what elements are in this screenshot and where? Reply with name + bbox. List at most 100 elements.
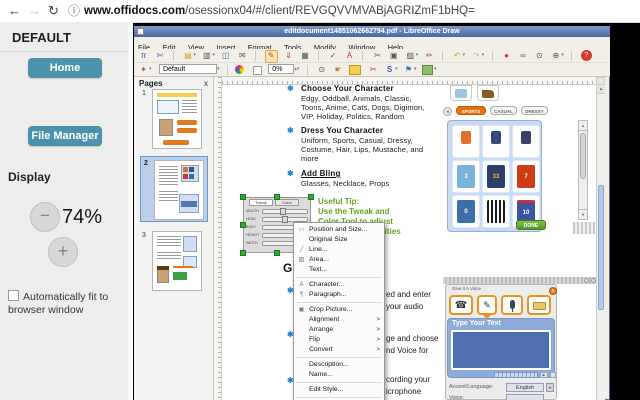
- formula-icon[interactable]: π: [138, 50, 149, 61]
- folder-icon: [527, 295, 551, 315]
- spellcheck-icon[interactable]: ✓: [327, 50, 338, 61]
- copy-icon[interactable]: ▣: [388, 50, 399, 61]
- scrollbar-thumb[interactable]: [598, 185, 604, 310]
- voice-panel-top-texture: [443, 277, 597, 284]
- doc-line: VIP, Holiday, Politics, Random: [301, 112, 405, 121]
- sidebar-title: DEFAULT: [12, 30, 71, 45]
- boot-tab-icon: [477, 85, 499, 101]
- audio-scrubber: [494, 372, 538, 378]
- autospellcheck-icon[interactable]: A: [344, 50, 355, 61]
- menu-item-area[interactable]: ▨ Area...: [294, 255, 384, 265]
- selected-tab-notch: [483, 315, 491, 319]
- line-filling-toolbar: ✦ ▾ Default ▾ 0% ▴▾ ⊙ ☛ ✂ S ▾ ⚑ ▾ ▾: [134, 63, 610, 77]
- scissors-icon[interactable]: ✂: [368, 64, 379, 75]
- cut-icon[interactable]: ✂: [372, 50, 383, 61]
- hand-icon[interactable]: ☛: [333, 64, 344, 75]
- menu-item-name[interactable]: Name...: [294, 370, 384, 380]
- jersey-33: 33: [487, 165, 505, 188]
- styles-wand-icon[interactable]: ✦: [138, 64, 149, 75]
- rectangle-tool-icon[interactable]: [349, 65, 362, 75]
- sidebar-divider: [0, 51, 128, 52]
- selection-handle[interactable]: [274, 250, 280, 256]
- menu-item-text[interactable]: Text...: [294, 265, 384, 275]
- doc-heading: Choose Your Character: [301, 84, 394, 93]
- menu-item-convert[interactable]: Convert >: [294, 345, 384, 355]
- selection-handle[interactable]: [308, 194, 314, 200]
- back-icon[interactable]: ←: [8, 0, 21, 22]
- autofit-checkbox[interactable]: [8, 290, 19, 301]
- 3d-object-icon[interactable]: [421, 65, 433, 75]
- menu-item-description[interactable]: Description...: [294, 360, 384, 370]
- transparency-checkbox[interactable]: [252, 66, 262, 75]
- edit-points-icon[interactable]: ✄: [154, 50, 165, 61]
- selection-handle[interactable]: [240, 222, 246, 228]
- menu-item-paragraph[interactable]: ¶ Paragraph...: [294, 290, 384, 300]
- menu-item-flip[interactable]: Flip >: [294, 335, 384, 345]
- page-2-thumbnail[interactable]: [154, 160, 204, 220]
- bullet-icon: ✱: [287, 169, 294, 178]
- selection-handle[interactable]: [240, 194, 246, 200]
- menu-item-alignment[interactable]: Alignment >: [294, 315, 384, 325]
- page-1-number: 1: [142, 90, 146, 97]
- zoom-out-button[interactable]: −: [30, 202, 60, 232]
- menu-item-crop-picture[interactable]: ▣ Crop Picture...: [294, 305, 384, 315]
- voice-panel-title: Give It A Voice: [452, 286, 482, 291]
- doc-heading: Add Bling: [301, 169, 341, 178]
- redo-icon[interactable]: ↷: [471, 50, 482, 61]
- sidebar-edge: [128, 22, 133, 400]
- transparency-spinner[interactable]: 0%: [268, 64, 295, 74]
- vertical-ruler: [214, 77, 222, 400]
- page-3-thumbnail[interactable]: [152, 231, 202, 291]
- menu-item-arrange[interactable]: Arrange >: [294, 325, 384, 335]
- flag-icon[interactable]: ⚑: [403, 64, 414, 75]
- vertical-scrollbar[interactable]: ▲: [596, 85, 605, 400]
- gallery-icon[interactable]: ●: [501, 50, 512, 61]
- print-direct-icon[interactable]: ▦: [300, 50, 311, 61]
- context-menu: ▭ Position and Size... Original Size ╱ Lin…: [293, 222, 385, 400]
- forward-icon[interactable]: →: [28, 0, 41, 22]
- selection-handle[interactable]: [274, 194, 280, 200]
- menu-item-position-size[interactable]: ▭ Position and Size...: [294, 225, 384, 235]
- color-tab: Color: [275, 199, 299, 206]
- menu-item-original-size[interactable]: Original Size: [294, 235, 384, 245]
- paintbrush-icon[interactable]: ✏: [424, 50, 435, 61]
- tweak-tab: Tweak: [249, 199, 273, 206]
- doc-fragment: icrophone: [386, 387, 422, 396]
- pages-panel-close-icon[interactable]: x: [204, 79, 208, 88]
- edit-file-icon[interactable]: ✎: [264, 50, 278, 63]
- info-icon[interactable]: ⓘ: [68, 0, 80, 22]
- email-icon[interactable]: ✉: [237, 50, 248, 61]
- paste-icon[interactable]: ▨: [405, 50, 416, 61]
- export-pdf-icon[interactable]: ⇓: [283, 50, 294, 61]
- style-combobox[interactable]: Default: [158, 64, 217, 74]
- autofit-label: Automatically fit to browser window: [8, 291, 109, 316]
- menu-item-line[interactable]: ╱ Line...: [294, 245, 384, 255]
- printer-icon[interactable]: ▥: [201, 50, 212, 61]
- home-button[interactable]: Home: [28, 58, 102, 78]
- menu-item-character[interactable]: A Character...: [294, 280, 384, 290]
- hyperlink-icon[interactable]: ∞: [517, 50, 528, 61]
- address-bar[interactable]: www.offidocs.com/osessionx04/#/client/RE…: [84, 0, 475, 22]
- pages-panel-title: Pages: [139, 79, 163, 88]
- color-wheel-icon[interactable]: [235, 65, 245, 74]
- play-icon: ▶: [540, 372, 548, 378]
- undo-icon[interactable]: ↶: [452, 50, 463, 61]
- reload-icon[interactable]: ↻: [48, 0, 59, 22]
- volume-icon: [550, 372, 556, 378]
- menu-item-edit-style[interactable]: Edit Style...: [294, 385, 384, 395]
- file-manager-button[interactable]: File Manager: [28, 126, 102, 146]
- zoom-in-button[interactable]: +: [48, 237, 78, 267]
- new-document-icon[interactable]: ▤: [182, 50, 193, 61]
- navigator-icon[interactable]: ⊙: [534, 50, 545, 61]
- magnifier-icon[interactable]: ⊙: [316, 64, 327, 75]
- selection-handle[interactable]: [240, 250, 246, 256]
- doc-line: more: [301, 154, 319, 163]
- scroll-up-icon[interactable]: ▲: [597, 85, 605, 94]
- zoom-icon[interactable]: ⊕: [550, 50, 561, 61]
- doc-fragment: ed and enter: [386, 290, 431, 299]
- snap-icon[interactable]: S: [384, 64, 395, 75]
- page-1-thumbnail[interactable]: [152, 89, 202, 149]
- submenu-arrow-icon: >: [376, 337, 380, 343]
- save-icon[interactable]: ◫: [220, 50, 231, 61]
- help-icon[interactable]: ?: [580, 50, 592, 61]
